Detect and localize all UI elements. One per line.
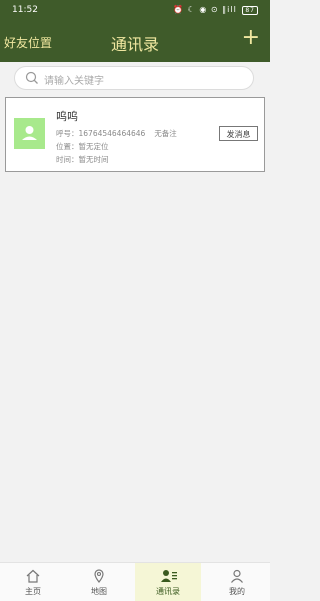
status-icons: ⏰ ☾ ◉ ⊙ ∥ill 87 <box>173 5 258 15</box>
add-contact-button[interactable]: + <box>242 27 260 49</box>
status-time: 11:52 <box>12 5 38 15</box>
contact-name: 呜呜 <box>56 110 78 123</box>
tab-contacts-label: 通讯录 <box>156 587 180 596</box>
status-bar: 11:52 ⏰ ☾ ◉ ⊙ ∥ill 87 <box>0 0 270 22</box>
tab-profile-label: 我的 <box>229 587 245 596</box>
contact-time: 时间：暂无时间 <box>56 155 109 164</box>
contact-note: 无备注 <box>154 129 177 138</box>
user-avatar-icon <box>22 126 37 140</box>
contact-phone-row: 呼号：16764546464646 无备注 <box>56 128 177 139</box>
tab-home[interactable]: 主页 <box>0 563 66 601</box>
user-icon <box>231 569 243 583</box>
search-bar[interactable]: 请输入关键字 <box>14 66 254 90</box>
contact-phone: 呼号：16764546464646 <box>56 129 146 138</box>
tab-contacts[interactable]: 通讯录 <box>135 563 201 601</box>
search-icon <box>25 71 38 84</box>
bottom-tab-bar: 主页 地图 通讯录 我的 <box>0 562 270 601</box>
tab-map[interactable]: 地图 <box>66 563 132 601</box>
search-input[interactable]: 请输入关键字 <box>44 72 104 87</box>
home-icon <box>26 569 40 583</box>
contact-card[interactable]: 呜呜 呼号：16764546464646 无备注 位置：暂无定位 时间：暂无时间 … <box>5 97 265 172</box>
tab-profile[interactable]: 我的 <box>204 563 270 601</box>
contact-location: 位置：暂无定位 <box>56 142 109 151</box>
status-icons-text: ⏰ ☾ ◉ ⊙ ∥ill <box>173 5 241 14</box>
tab-home-label: 主页 <box>25 587 41 596</box>
map-pin-icon <box>94 569 104 583</box>
page-title: 通讯录 <box>110 35 159 54</box>
app-header: 好友位置 通讯录 + <box>0 22 270 62</box>
avatar <box>14 118 45 149</box>
tab-map-label: 地图 <box>91 587 107 596</box>
send-message-button[interactable]: 发消息 <box>219 126 258 141</box>
battery-icon: 87 <box>242 6 258 15</box>
contacts-icon <box>161 570 177 582</box>
